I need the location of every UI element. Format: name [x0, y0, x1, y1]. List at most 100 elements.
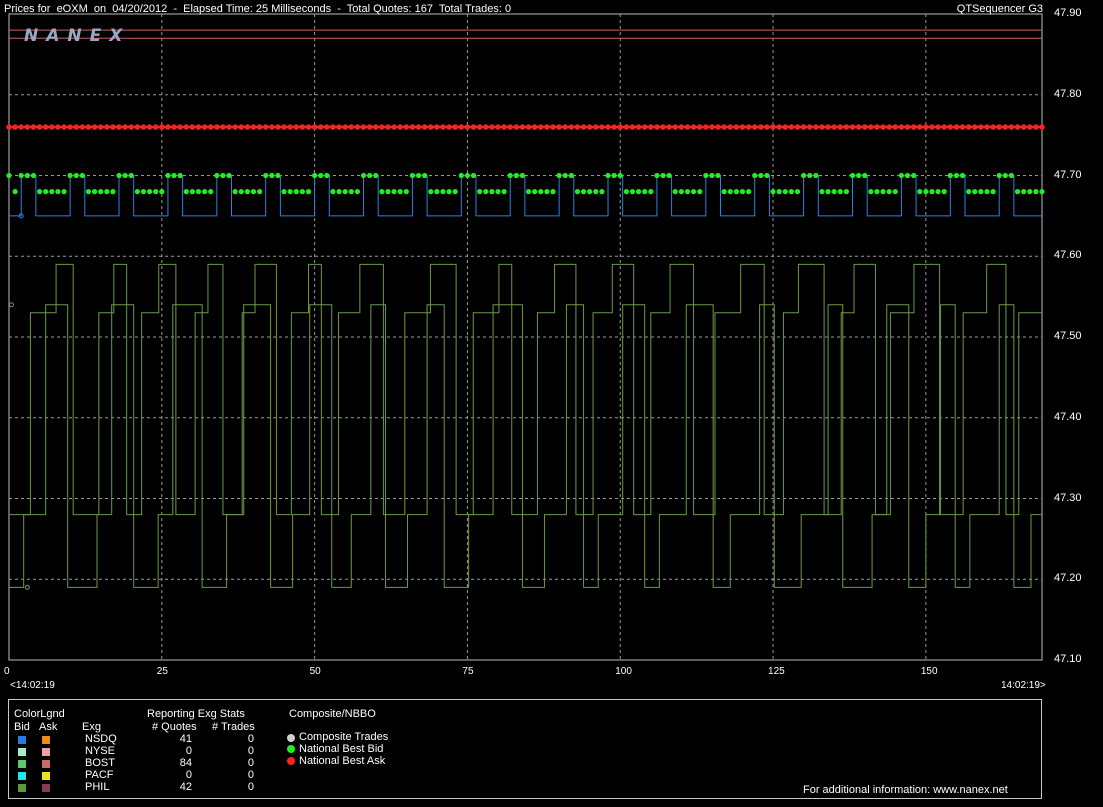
nbb-point [758, 172, 764, 179]
nbo-point [916, 124, 923, 130]
nbo-point [739, 124, 746, 130]
nbo-point [244, 124, 251, 130]
nbo-point [971, 124, 978, 130]
nbo-point [782, 124, 789, 130]
nbo-point [171, 124, 177, 130]
quotes-column-label: # Quotes [152, 721, 197, 733]
nbo-point [446, 124, 452, 130]
nbb-point [489, 189, 495, 195]
nbo-point [935, 124, 941, 130]
nbo-point [617, 124, 624, 130]
quote-count: 84 [179, 757, 192, 769]
nbb-point [293, 189, 299, 195]
legend-panel: ColorLgnd Bid Ask Exg Reporting Exg Stat… [8, 699, 1042, 799]
nbb-point [880, 189, 886, 195]
nbo-point [813, 124, 819, 130]
nbo-point [641, 124, 648, 130]
nbo-point [751, 124, 758, 130]
nbb-point [929, 189, 935, 195]
nbb-point [477, 189, 483, 195]
nbo-point [385, 124, 391, 130]
nbo-point [18, 124, 25, 130]
nbo-point [947, 124, 954, 130]
nbo-point [30, 124, 37, 130]
nbb-point [18, 172, 24, 179]
national-best-ask-label: National Best Ask [299, 755, 386, 767]
nbb-point [128, 172, 134, 179]
y-tick-label: 47.60 [1054, 249, 1082, 262]
nbo-point [434, 124, 440, 130]
nbo-point [629, 124, 636, 130]
nbo-point [709, 124, 715, 130]
nbo-point [611, 124, 617, 130]
nbb-point [966, 189, 972, 195]
nbo-point [379, 124, 385, 130]
nbb-point [403, 189, 409, 195]
nbb-point [825, 189, 831, 195]
nbo-point [1002, 124, 1009, 130]
nbb-point [1021, 189, 1027, 195]
nbb-point [385, 189, 391, 195]
nbb-point [464, 172, 471, 179]
nbb-point [690, 189, 697, 195]
nbo-point [458, 124, 465, 130]
nbo-point [745, 124, 752, 130]
time-end-label: 14:02:19> [1001, 680, 1046, 691]
nbb-point [336, 189, 342, 195]
trades-column-label: # Trades [212, 721, 255, 733]
nbo-point [507, 124, 514, 130]
nbo-point [574, 124, 581, 130]
nbo-point [990, 124, 996, 130]
nbo-point [67, 124, 73, 130]
nbb-point [12, 189, 18, 195]
nbb-point [819, 189, 825, 195]
nbo-point [806, 124, 813, 130]
nbb-point [697, 189, 703, 195]
nbo-point [79, 124, 86, 130]
nbb-point [629, 189, 636, 195]
nbo-point [140, 124, 147, 130]
nbb-point [428, 189, 434, 195]
nbb-point [324, 172, 330, 179]
nbb-point [953, 172, 960, 179]
nbb-point [183, 189, 189, 195]
nbb-point [666, 172, 672, 179]
nbb-point [1039, 189, 1045, 195]
nbo-point [861, 124, 868, 130]
nbo-point [397, 124, 403, 130]
nbo-point [800, 124, 807, 130]
nbo-point [311, 124, 318, 130]
national-best-bid-dot [287, 745, 295, 753]
nbo-point [103, 124, 110, 130]
nbb-point [574, 189, 581, 195]
nbb-point [153, 189, 159, 195]
nbo-point [831, 124, 837, 130]
nbo-point [776, 124, 782, 130]
trade-count: 0 [247, 769, 254, 781]
nbo-point [299, 124, 306, 130]
nbo-point [97, 124, 104, 130]
nbb-point [30, 172, 37, 179]
nbo-point [12, 124, 18, 130]
trade-count: 0 [247, 745, 254, 757]
nbo-point [929, 124, 935, 130]
nbo-point [391, 124, 397, 130]
nbb-point [935, 189, 941, 195]
nbb-point [538, 189, 544, 195]
nbo-point [73, 124, 80, 130]
nbo-point [1020, 124, 1027, 130]
nbo-point [923, 124, 929, 130]
ask-color-swatch [42, 748, 50, 756]
nbb-point [635, 189, 642, 195]
nbb-point [250, 189, 257, 195]
exg-name: NYSE [85, 745, 115, 757]
nbb-point [709, 172, 715, 179]
nbb-point [434, 189, 440, 195]
nbo-point [592, 124, 599, 130]
nbb-point [776, 189, 782, 195]
x-tick-label: 0 [4, 666, 10, 677]
nbb-point [703, 172, 709, 179]
nbo-point [330, 124, 336, 130]
nbb-point [98, 189, 104, 195]
nbb-point [801, 172, 807, 179]
